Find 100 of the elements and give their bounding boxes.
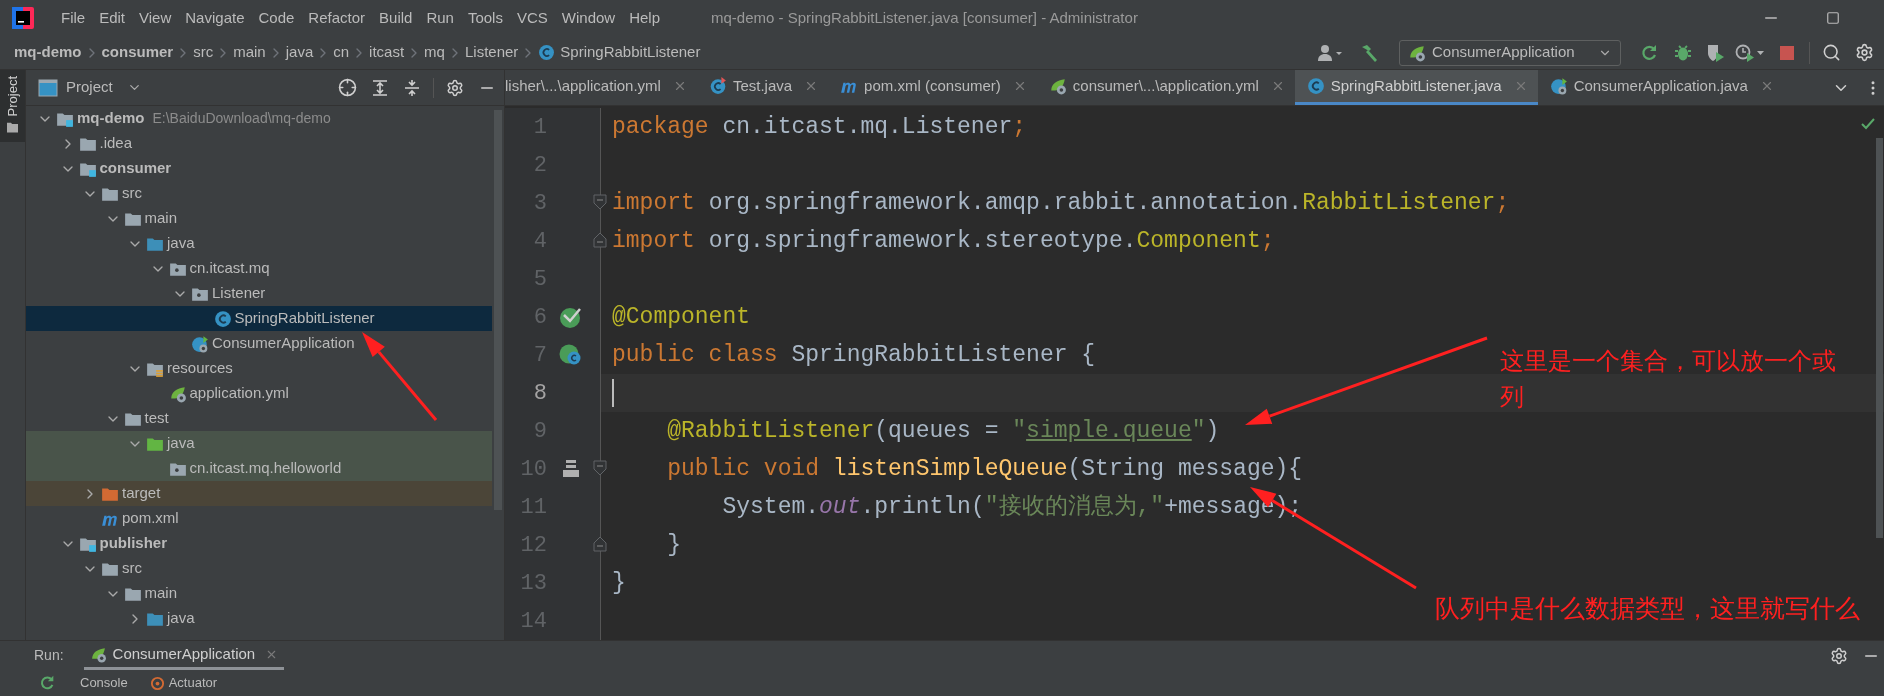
fold-marker-icon[interactable] bbox=[593, 536, 607, 552]
collapse-all-icon[interactable] bbox=[403, 78, 421, 97]
rerun-icon[interactable] bbox=[38, 674, 56, 692]
user-icon[interactable] bbox=[1317, 43, 1343, 62]
console-tab[interactable]: Actuator bbox=[149, 673, 218, 693]
menu-item[interactable]: Refactor bbox=[301, 6, 373, 30]
menu-item[interactable]: Code bbox=[251, 6, 302, 30]
spring-bean-icon[interactable] bbox=[559, 305, 583, 329]
code-line: import org.springframework.stereotype.Component; bbox=[612, 226, 1275, 256]
breadcrumb-item[interactable]: consumer bbox=[101, 41, 174, 64]
tree-item-label: consumer bbox=[99, 158, 172, 179]
breadcrumb-item[interactable]: src bbox=[193, 41, 214, 64]
tree-item-label: publisher bbox=[99, 533, 167, 554]
tree-row[interactable]: cn.itcast.mq.helloworld bbox=[26, 456, 492, 481]
breadcrumb-item[interactable]: cn bbox=[333, 41, 350, 64]
breadcrumb-item[interactable]: itcast bbox=[369, 41, 405, 64]
coverage-icon[interactable] bbox=[1705, 42, 1725, 63]
tree-row[interactable]: cn.itcast.mq bbox=[26, 256, 492, 281]
editor-tab[interactable]: SpringRabbitListener.java bbox=[1294, 70, 1538, 105]
menu-item[interactable]: Help bbox=[622, 6, 668, 30]
editor-tab[interactable]: pom.xml (consumer) bbox=[828, 70, 1037, 105]
tree-row[interactable]: consumer bbox=[26, 156, 492, 181]
breadcrumb-item[interactable]: java bbox=[285, 41, 314, 64]
tree-row[interactable]: src bbox=[26, 556, 492, 581]
tree-row[interactable]: SpringRabbitListener bbox=[26, 306, 492, 331]
fold-marker-icon[interactable] bbox=[593, 460, 607, 476]
spring-bean-icon[interactable] bbox=[559, 343, 583, 367]
menu-item[interactable]: Run bbox=[419, 6, 461, 30]
menu-item[interactable]: Navigate bbox=[178, 6, 252, 30]
breadcrumb-item[interactable]: main bbox=[233, 41, 266, 64]
text-cursor bbox=[612, 379, 614, 407]
tree-item-label: main bbox=[144, 583, 177, 604]
tree-item-label: resources bbox=[167, 358, 233, 379]
editor-tab[interactable]: Test.java bbox=[696, 70, 829, 105]
run-panel-label: Run: bbox=[34, 646, 64, 665]
profile-icon[interactable] bbox=[1735, 42, 1765, 63]
breadcrumb-item[interactable]: mq-demo bbox=[14, 41, 82, 64]
tree-row[interactable]: java bbox=[26, 431, 492, 456]
tree-row[interactable]: java bbox=[26, 231, 492, 256]
fold-marker-icon[interactable] bbox=[593, 232, 607, 248]
tree-row[interactable]: ConsumerApplication bbox=[26, 331, 492, 356]
project-side-tab[interactable]: Project bbox=[0, 70, 25, 142]
tree-row[interactable]: pom.xml bbox=[26, 506, 492, 531]
editor-tab[interactable]: consumer\...\application.yml bbox=[1036, 70, 1295, 105]
tree-item-label: src bbox=[122, 183, 142, 204]
tree-row[interactable]: main bbox=[26, 206, 492, 231]
project-path: E:\BaiduDownload\mq-demo bbox=[152, 109, 331, 128]
actuator-icon bbox=[149, 675, 165, 691]
tree-item-label: cn.itcast.mq bbox=[189, 258, 270, 279]
tree-row[interactable]: main bbox=[26, 581, 492, 606]
tree-row[interactable]: application.yml bbox=[26, 381, 492, 406]
expand-all-icon[interactable] bbox=[371, 78, 389, 97]
tree-item-label: .idea bbox=[99, 133, 133, 154]
restore-icon[interactable] bbox=[1826, 11, 1840, 25]
menu-item[interactable]: Edit bbox=[92, 6, 133, 30]
panel-title-dropdown[interactable]: Project bbox=[66, 76, 142, 99]
menu-item[interactable]: VCS bbox=[509, 6, 555, 30]
debug-icon[interactable] bbox=[1673, 42, 1693, 63]
tree-row[interactable]: mq-demo E:\BaiduDownload\mq-demo bbox=[26, 106, 492, 131]
stop-icon[interactable] bbox=[1779, 44, 1795, 61]
tree-row[interactable]: java bbox=[26, 606, 492, 631]
code-line: @RabbitListener(queues = "simple.queue") bbox=[666, 416, 1220, 446]
breadcrumb-item[interactable]: SpringRabbitListener bbox=[538, 41, 701, 64]
run-configuration-dropdown[interactable]: ConsumerApplication bbox=[1399, 39, 1621, 66]
search-icon[interactable] bbox=[1822, 43, 1841, 62]
tree-item-label: java bbox=[167, 233, 195, 254]
tree-item-label: SpringRabbitListener bbox=[234, 308, 375, 329]
tree-item-label: ConsumerApplication bbox=[212, 333, 355, 354]
tree-row[interactable]: target bbox=[26, 481, 492, 506]
test-class-icon bbox=[708, 77, 727, 95]
panel-icon bbox=[38, 78, 58, 97]
app-logo-icon bbox=[12, 7, 34, 29]
annotation-text: 这里是一个集合，可以放一个或 bbox=[1500, 346, 1836, 376]
tree-item-label: target bbox=[122, 483, 161, 504]
tree-row[interactable]: src bbox=[26, 181, 492, 206]
scrollbar[interactable] bbox=[1876, 138, 1883, 538]
line-number: 8 bbox=[532, 379, 547, 408]
menu-item[interactable]: File bbox=[54, 6, 93, 30]
tree-row[interactable]: resources bbox=[26, 356, 492, 381]
tree-row[interactable]: .idea bbox=[26, 131, 492, 156]
editor-tab[interactable]: ConsumerApplication.java bbox=[1537, 70, 1784, 105]
spring-boot-class-icon bbox=[191, 334, 209, 353]
breadcrumb-item[interactable]: mq bbox=[424, 41, 445, 64]
locate-icon[interactable] bbox=[338, 78, 357, 97]
settings-icon[interactable] bbox=[1830, 646, 1848, 665]
menu-item[interactable]: Window bbox=[554, 6, 623, 30]
folder-icon bbox=[6, 122, 19, 134]
settings-icon[interactable] bbox=[446, 78, 464, 97]
tree-row[interactable]: Listener bbox=[26, 281, 492, 306]
tree-row[interactable]: publisher bbox=[26, 531, 492, 556]
editor-tab[interactable]: lisher\...\application.yml bbox=[505, 70, 697, 105]
fold-marker-icon[interactable] bbox=[593, 194, 607, 210]
settings-icon[interactable] bbox=[1855, 43, 1874, 62]
tree-row[interactable]: test bbox=[26, 406, 492, 431]
listener-icon[interactable] bbox=[560, 458, 582, 480]
menu-item[interactable]: Build bbox=[372, 6, 420, 30]
console-tab[interactable]: Console bbox=[80, 673, 128, 693]
menu-item[interactable]: Tools bbox=[460, 6, 510, 30]
breadcrumb-item[interactable]: Listener bbox=[464, 41, 519, 64]
menu-item[interactable]: View bbox=[132, 6, 179, 30]
